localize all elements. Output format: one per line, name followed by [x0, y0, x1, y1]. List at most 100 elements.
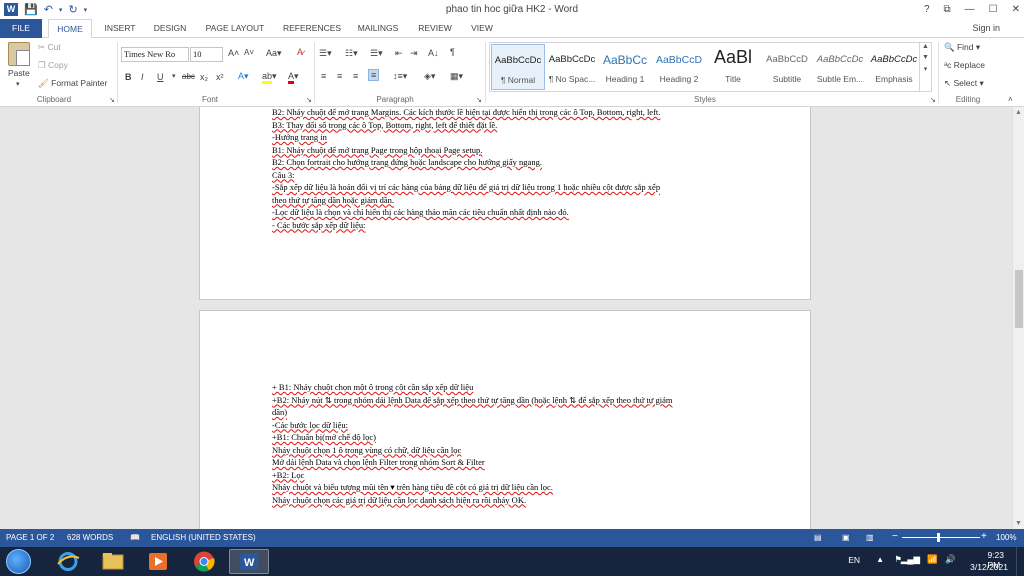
style-heading-1[interactable]: AaBbCc Heading 1 [598, 44, 652, 90]
tab-mailings[interactable]: MAILINGS [352, 19, 404, 38]
sort-icon[interactable]: A↓ [428, 48, 439, 58]
show-marks-icon[interactable]: ¶ [450, 47, 455, 57]
clear-formatting-icon[interactable]: A̷ [297, 47, 303, 57]
zoom-slider-thumb[interactable] [937, 533, 940, 542]
paste-button[interactable]: Paste [8, 68, 30, 78]
align-left-icon[interactable]: ≡ [321, 71, 326, 81]
print-layout-icon[interactable]: ▣ [842, 533, 850, 542]
find-button[interactable]: 🔍 Find ▾ [944, 42, 980, 53]
vertical-scrollbar[interactable]: ▲ ▼ [1012, 107, 1024, 529]
justify-icon[interactable]: ≡ [368, 69, 380, 81]
close-button[interactable]: ✕ [1012, 4, 1020, 15]
style-subtle-emphasis[interactable]: AaBbCcDc Subtle Em... [813, 44, 867, 90]
page-2[interactable]: + B1: Nháy chuột chọn một ô trong cột cầ… [199, 310, 811, 529]
input-language[interactable]: EN [848, 555, 860, 565]
font-size-select[interactable]: 10 [190, 47, 223, 62]
clipboard-launcher-icon[interactable]: ↘ [109, 96, 115, 104]
scroll-up-arrow-icon[interactable]: ▲ [1015, 109, 1022, 116]
align-right-icon[interactable]: ≡ [353, 71, 358, 81]
network-icon[interactable]: ▂▄▆ [901, 554, 920, 565]
start-button-icon[interactable] [6, 549, 31, 574]
shrink-font-icon[interactable]: A˅ [244, 48, 254, 57]
zoom-in-button[interactable]: + [981, 531, 987, 542]
format-painter-button[interactable]: 🖌 Format Painter [38, 78, 107, 89]
strikethrough-button[interactable]: abc [182, 72, 195, 81]
tab-insert[interactable]: INSERT [98, 19, 142, 38]
bullets-icon[interactable]: ☰▾ [319, 48, 332, 59]
select-button[interactable]: ↖ Select ▾ [944, 78, 984, 89]
word-taskbar-icon[interactable]: W [229, 549, 269, 574]
language-indicator[interactable]: ENGLISH (UNITED STATES) [151, 533, 256, 542]
tab-review[interactable]: REVIEW [414, 19, 456, 38]
increase-indent-icon[interactable]: ⇥ [410, 48, 418, 59]
word-count[interactable]: 628 WORDS [67, 533, 113, 542]
show-hidden-icons-icon[interactable]: ▲ [876, 555, 884, 564]
style-subtitle[interactable]: AaBbCcD Subtitle [760, 44, 814, 90]
style-title[interactable]: AaBl Title [706, 44, 760, 90]
shading-icon[interactable]: ◈▾ [424, 71, 435, 82]
paragraph-launcher-icon[interactable]: ↘ [476, 96, 482, 104]
multilevel-list-icon[interactable]: ☰▾ [370, 48, 383, 59]
zoom-level[interactable]: 100% [996, 533, 1016, 542]
superscript-button[interactable]: x² [216, 72, 224, 82]
grow-font-icon[interactable]: A˄ [228, 48, 239, 58]
tab-view[interactable]: VIEW [464, 19, 500, 38]
zoom-slider[interactable] [902, 537, 980, 538]
subscript-button[interactable]: x₂ [200, 72, 208, 82]
volume-icon[interactable]: 🔊 [945, 554, 956, 565]
tab-home[interactable]: HOME [48, 19, 92, 39]
replace-button[interactable]: ᵃc Replace [944, 60, 985, 70]
styles-scroll[interactable]: ▲ ▼ ▾ [920, 42, 932, 92]
style-no-spacing[interactable]: AaBbCcDc ¶ No Spac... [545, 44, 599, 90]
proofing-icon[interactable]: 📖 [130, 533, 140, 542]
scroll-down-arrow-icon[interactable]: ▼ [1015, 520, 1022, 527]
more-styles-icon[interactable]: ▾ [920, 65, 931, 73]
decrease-indent-icon[interactable]: ⇤ [395, 48, 403, 59]
tab-file[interactable]: FILE [0, 19, 42, 38]
bold-button[interactable]: B [125, 72, 132, 82]
maximize-button[interactable]: ☐ [989, 4, 998, 15]
borders-icon[interactable]: ▦▾ [450, 71, 463, 82]
copy-button[interactable]: ❐ Copy [38, 60, 68, 71]
paste-icon[interactable] [8, 42, 30, 66]
page-count[interactable]: PAGE 1 OF 2 [6, 533, 54, 542]
numbering-icon[interactable]: ☷▾ [345, 48, 358, 59]
clock-date[interactable]: 3/12/2021 [970, 562, 1008, 572]
underline-dropdown-icon[interactable]: ▾ [172, 72, 176, 80]
page-1-text[interactable]: B2: Nháy chuột để mở trang Margins. Các … [272, 107, 660, 231]
chrome-icon[interactable] [184, 549, 224, 574]
line-spacing-icon[interactable]: ↕≡▾ [393, 71, 407, 82]
ribbon-display-button[interactable]: ⧉ [944, 4, 951, 15]
minimize-button[interactable]: — [965, 4, 975, 15]
change-case-icon[interactable]: Aa▾ [266, 48, 282, 59]
tab-design[interactable]: DESIGN [148, 19, 192, 38]
document-area[interactable]: B2: Nháy chuột để mở trang Margins. Các … [0, 107, 1012, 529]
page-2-text[interactable]: + B1: Nháy chuột chọn một ô trong cột cầ… [272, 381, 673, 506]
underline-button[interactable]: U [157, 72, 164, 82]
tab-references[interactable]: REFERENCES [280, 19, 344, 38]
align-center-icon[interactable]: ≡ [337, 71, 342, 81]
media-player-icon[interactable] [138, 549, 178, 574]
tab-page-layout[interactable]: PAGE LAYOUT [200, 19, 270, 38]
page-1[interactable]: B2: Nháy chuột để mở trang Margins. Các … [199, 107, 811, 300]
collapse-ribbon-icon[interactable]: ˄ [1008, 95, 1013, 104]
file-explorer-icon[interactable] [93, 549, 133, 574]
scrollbar-thumb[interactable] [1015, 270, 1023, 328]
internet-explorer-icon[interactable] [48, 549, 88, 574]
paste-dropdown-icon[interactable]: ▾ [16, 80, 20, 88]
highlight-icon[interactable]: ab▾ [262, 71, 277, 84]
font-launcher-icon[interactable]: ↘ [306, 96, 312, 104]
read-mode-icon[interactable]: ▤ [814, 533, 822, 542]
style-heading-2[interactable]: AaBbCcD Heading 2 [652, 44, 706, 90]
text-effects-icon[interactable]: A▾ [238, 71, 249, 82]
font-name-select[interactable]: Times New Ro [121, 47, 189, 62]
web-layout-icon[interactable]: ▥ [866, 533, 874, 542]
italic-button[interactable]: I [141, 72, 144, 82]
sign-in-link[interactable]: Sign in [972, 19, 1000, 38]
signal-icon[interactable]: 📶 [927, 554, 938, 565]
font-color-icon[interactable]: A▾ [288, 71, 299, 84]
show-desktop-button[interactable] [1016, 547, 1024, 576]
help-button[interactable]: ? [924, 4, 930, 15]
cut-button[interactable]: ✂ Cut [38, 42, 61, 53]
styles-launcher-icon[interactable]: ↘ [930, 96, 936, 104]
